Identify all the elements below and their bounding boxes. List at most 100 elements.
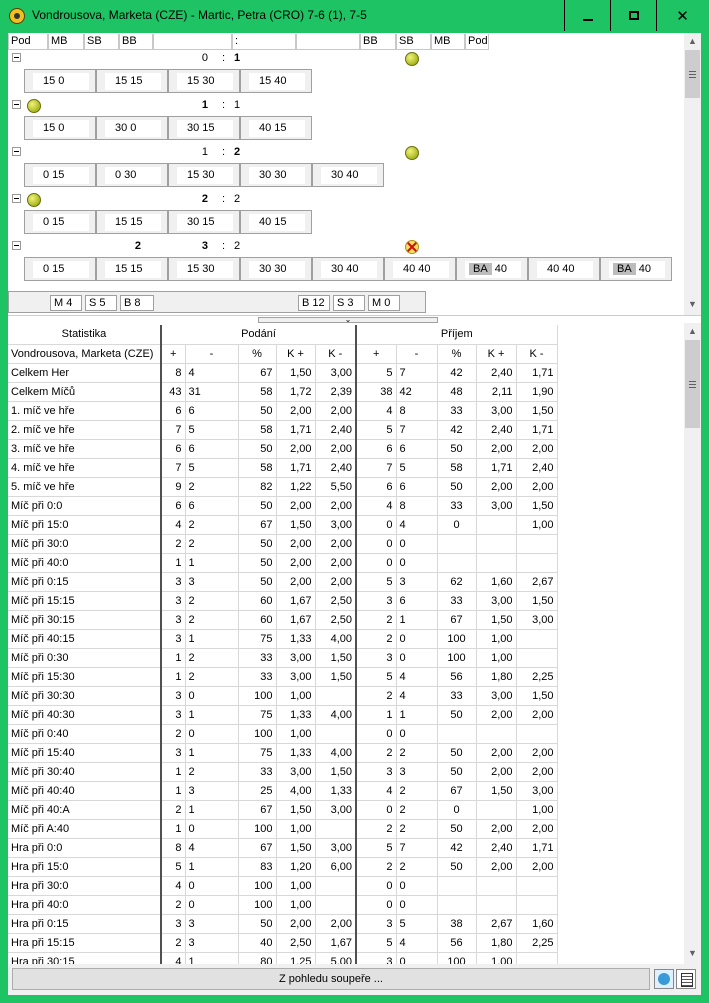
- points-strip: 15 0 30 0 30 15 40 15: [24, 116, 312, 140]
- stat-value: 4,00: [315, 629, 357, 649]
- stat-value: 2,00: [516, 857, 558, 877]
- table-row: Míč při A:40 1 0 100 1,00 2 2 50 2,00 2,00: [8, 819, 558, 839]
- scroll-down-icon[interactable]: ▼: [684, 296, 701, 313]
- stat-value: 3,00: [276, 667, 316, 687]
- stat-value: 50: [437, 477, 477, 497]
- close-button[interactable]: ✕: [656, 0, 708, 31]
- table-row: Celkem Míčů 43 31 58 1,72 2,39 38 42 48 2,11 1,90: [8, 382, 558, 402]
- tennis-ball-icon: [405, 52, 419, 66]
- stat-label: Míč při 0:30: [8, 648, 162, 668]
- stat-value: 0: [437, 515, 477, 535]
- stat-value: 3: [161, 743, 186, 763]
- upper-scrollbar[interactable]: ▲ ▼: [684, 33, 701, 315]
- stat-value: 75: [238, 705, 277, 725]
- stat-value: 5: [161, 857, 186, 877]
- stat-value: [476, 895, 517, 915]
- title-bar[interactable]: Vondrousova, Marketa (CZE) - Martic, Pet…: [0, 0, 709, 32]
- header-statistika: Statistika: [8, 325, 162, 345]
- stat-value: 58: [238, 458, 277, 478]
- stats-scrollbar[interactable]: ▲ ▼: [684, 323, 701, 964]
- scroll-thumb[interactable]: [685, 50, 700, 98]
- stat-value: 3,00: [315, 515, 357, 535]
- stat-value: 1,00: [476, 952, 517, 964]
- col-header: K -: [315, 344, 357, 364]
- notes-icon[interactable]: [676, 969, 696, 989]
- collapse-toggle-icon[interactable]: [12, 53, 21, 62]
- score-separator: :: [222, 240, 226, 252]
- stat-value: [476, 724, 517, 744]
- stat-value: 1,80: [476, 667, 517, 687]
- stat-value: 4: [161, 515, 186, 535]
- stat-value: 48: [437, 382, 477, 402]
- collapse-toggle-icon[interactable]: [12, 100, 21, 109]
- maximize-icon: [628, 11, 639, 20]
- table-row: Míč při 40:40 1 3 25 4,00 1,33 4 2 67 1,50 3,00: [8, 781, 558, 801]
- point-score: 15 0: [33, 73, 89, 90]
- games-left: 3: [201, 240, 208, 252]
- stat-value: 2,00: [276, 401, 316, 421]
- stat-value: 5: [356, 838, 397, 858]
- stat-value: 1: [396, 705, 438, 725]
- point-score: 30 0: [105, 120, 161, 137]
- scroll-thumb[interactable]: [685, 340, 700, 428]
- points-strip: 15 0 15 15 15 30 15 40: [24, 69, 312, 93]
- header-col: Pod: [465, 34, 489, 50]
- stat-value: 5: [396, 458, 438, 478]
- stat-value: [476, 876, 517, 896]
- stat-value: 4,00: [276, 781, 316, 801]
- collapse-toggle-icon[interactable]: [12, 194, 21, 203]
- stat-value: 7: [396, 838, 438, 858]
- table-row: Míč při 15:15 3 2 60 1,67 2,50 3 6 33 3,00 1,50: [8, 591, 558, 611]
- stat-label: Míč při 30:40: [8, 762, 162, 782]
- game-row: 2:2: [8, 192, 684, 210]
- stat-label: 5. míč ve hře: [8, 477, 162, 497]
- stat-value: 6: [356, 477, 397, 497]
- stat-value: 62: [437, 572, 477, 592]
- stat-value: 4: [396, 667, 438, 687]
- globe-icon[interactable]: [654, 969, 674, 989]
- stat-value: 3: [356, 648, 397, 668]
- point-cell: 15 0: [24, 116, 96, 140]
- stat-value: 2: [161, 895, 186, 915]
- table-row: Hra při 0:0 8 4 67 1,50 3,00 5 7 42 2,40 1,71: [8, 838, 558, 858]
- stat-value: 1,71: [276, 420, 316, 440]
- stat-value: 2: [185, 534, 239, 554]
- minimize-button[interactable]: [564, 0, 610, 31]
- panel-splitter[interactable]: ⌄: [8, 315, 701, 324]
- table-row: Míč při 0:40 2 0 100 1,00 0 0: [8, 724, 558, 744]
- opponent-view-button[interactable]: Z pohledu soupeře ...: [12, 968, 650, 990]
- stat-value: 100: [238, 724, 277, 744]
- stat-value: 42: [437, 420, 477, 440]
- collapse-toggle-icon[interactable]: [12, 241, 21, 250]
- points-strip: 0 15 15 15 30 15 40 15: [24, 210, 312, 234]
- stat-value: 2,00: [476, 743, 517, 763]
- stat-value: 0: [356, 895, 397, 915]
- stat-value: 100: [238, 686, 277, 706]
- point-score: 15 30: [177, 167, 233, 184]
- scroll-up-icon[interactable]: ▲: [684, 323, 701, 340]
- stat-value: 0: [185, 686, 239, 706]
- stat-value: 2: [396, 743, 438, 763]
- maximize-button[interactable]: [610, 0, 656, 31]
- tennis-ball-icon: [405, 146, 419, 160]
- stat-value: 3: [356, 591, 397, 611]
- stat-value: 5: [356, 667, 397, 687]
- stat-value: 2: [185, 610, 239, 630]
- point-cell: 15 15: [96, 210, 168, 234]
- point-score: 30 15: [177, 120, 233, 137]
- stat-value: 1,50: [516, 686, 558, 706]
- scroll-down-icon[interactable]: ▼: [684, 945, 701, 962]
- stat-value: 100: [238, 895, 277, 915]
- scroll-up-icon[interactable]: ▲: [684, 33, 701, 50]
- stat-value: 1,67: [276, 591, 316, 611]
- table-row: Míč při 40:30 3 1 75 1,33 4,00 1 1 50 2,00 2,00: [8, 705, 558, 725]
- stat-label: Celkem Míčů: [8, 382, 162, 402]
- header-col: Pod: [8, 34, 48, 50]
- stat-value: 1,00: [276, 819, 316, 839]
- table-row: Míč při 30:30 3 0 100 1,00 2 4 33 3,00 1,50: [8, 686, 558, 706]
- collapse-toggle-icon[interactable]: [12, 147, 21, 156]
- stat-value: [315, 876, 357, 896]
- stat-value: 2: [161, 724, 186, 744]
- stat-value: 3: [185, 572, 239, 592]
- stat-value: 3: [356, 952, 397, 964]
